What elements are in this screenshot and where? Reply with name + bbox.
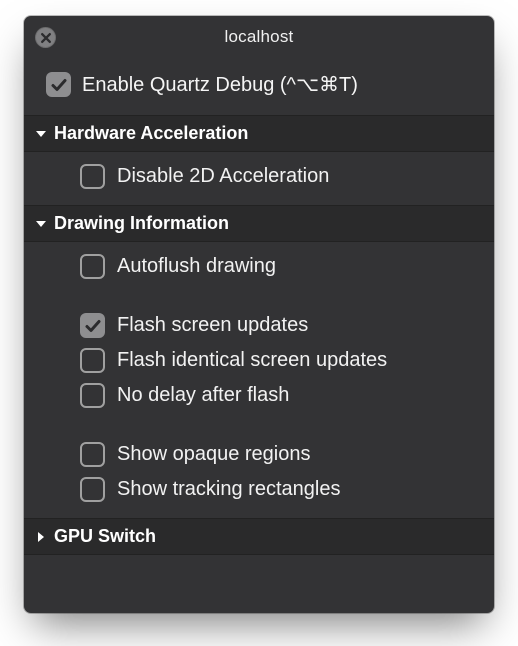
close-icon xyxy=(40,32,52,44)
checkbox-opaque[interactable] xyxy=(80,442,105,467)
checkbox-flash-identical[interactable] xyxy=(80,348,105,373)
section-body-hardware: Disable 2D Acceleration xyxy=(24,152,494,205)
enable-quartz-checkbox[interactable] xyxy=(46,72,71,97)
checkbox-tracking[interactable] xyxy=(80,477,105,502)
checkbox-no-delay[interactable] xyxy=(80,383,105,408)
spacer xyxy=(80,289,476,303)
option-no-delay[interactable]: No delay after flash xyxy=(80,383,476,408)
label-tracking: Show tracking rectangles xyxy=(117,478,340,501)
disclosure-down-icon xyxy=(34,127,48,141)
option-flash-identical[interactable]: Flash identical screen updates xyxy=(80,348,476,373)
checkbox-flash-updates[interactable] xyxy=(80,313,105,338)
enable-quartz-row[interactable]: Enable Quartz Debug (^⌥⌘T) xyxy=(24,58,494,115)
section-body-drawing: Autoflush drawing Flash screen updates F… xyxy=(24,242,494,518)
section-header-gpu[interactable]: GPU Switch xyxy=(24,518,494,555)
spacer xyxy=(80,418,476,432)
option-autoflush[interactable]: Autoflush drawing xyxy=(80,254,476,279)
section-title-hardware: Hardware Acceleration xyxy=(54,123,248,144)
option-tracking[interactable]: Show tracking rectangles xyxy=(80,477,476,502)
label-opaque: Show opaque regions xyxy=(117,443,310,466)
enable-quartz-label: Enable Quartz Debug (^⌥⌘T) xyxy=(82,72,358,97)
label-disable-2d: Disable 2D Acceleration xyxy=(117,165,329,188)
disclosure-right-icon xyxy=(34,530,48,544)
section-title-gpu: GPU Switch xyxy=(54,526,156,547)
label-no-delay: No delay after flash xyxy=(117,384,289,407)
label-autoflush: Autoflush drawing xyxy=(117,255,276,278)
close-button[interactable] xyxy=(35,27,56,48)
section-title-drawing: Drawing Information xyxy=(54,213,229,234)
option-disable-2d[interactable]: Disable 2D Acceleration xyxy=(80,164,476,189)
debug-panel: localhost Enable Quartz Debug (^⌥⌘T) Har… xyxy=(24,16,494,613)
label-flash-updates: Flash screen updates xyxy=(117,314,308,337)
checkbox-autoflush[interactable] xyxy=(80,254,105,279)
section-header-hardware[interactable]: Hardware Acceleration xyxy=(24,115,494,152)
disclosure-down-icon xyxy=(34,217,48,231)
checkbox-disable-2d[interactable] xyxy=(80,164,105,189)
label-flash-identical: Flash identical screen updates xyxy=(117,349,387,372)
titlebar[interactable]: localhost xyxy=(24,16,494,58)
panel-body: Enable Quartz Debug (^⌥⌘T) Hardware Acce… xyxy=(24,58,494,565)
window-title: localhost xyxy=(225,27,294,47)
option-flash-updates[interactable]: Flash screen updates xyxy=(80,313,476,338)
section-header-drawing[interactable]: Drawing Information xyxy=(24,205,494,242)
option-opaque[interactable]: Show opaque regions xyxy=(80,442,476,467)
